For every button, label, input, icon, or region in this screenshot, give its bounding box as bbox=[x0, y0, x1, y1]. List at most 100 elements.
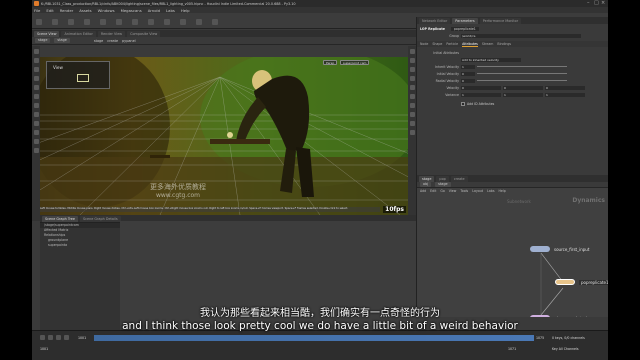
menu-assets[interactable]: Assets bbox=[79, 8, 91, 13]
tab-scene-view[interactable]: Scene View bbox=[34, 30, 60, 37]
tab-scene-graph-details[interactable]: Scene Graph Details bbox=[79, 215, 121, 222]
radial-velocity-field[interactable]: 0 bbox=[461, 78, 475, 83]
shelf-tool-icon[interactable] bbox=[84, 19, 90, 25]
shelf-tool-icon[interactable] bbox=[212, 19, 218, 25]
add-inherited-dropdown[interactable]: Add to inherited velocity bbox=[461, 57, 521, 62]
end-frame-field[interactable]: 1071 bbox=[508, 347, 516, 351]
key-all-channels-button[interactable]: Key All Channels bbox=[552, 347, 579, 351]
outliner-row[interactable]: superpointa bbox=[40, 243, 120, 248]
initial-velocity-slider[interactable] bbox=[477, 73, 567, 74]
node-popreplicate[interactable] bbox=[555, 279, 575, 285]
tab-attributes[interactable]: Attributes bbox=[462, 42, 478, 47]
scale-tool-icon[interactable] bbox=[33, 76, 39, 81]
preset-label[interactable]: pypanel bbox=[122, 39, 136, 43]
tab-performance-monitor[interactable]: Performance Monitor bbox=[479, 17, 522, 24]
radial-velocity-slider[interactable] bbox=[477, 80, 567, 81]
display-option-icon[interactable] bbox=[409, 49, 415, 54]
3d-viewport[interactable]: View Persp superpoint cam 更多海外优质教程 www.c… bbox=[40, 57, 408, 215]
variance-z-field[interactable]: 1 bbox=[545, 92, 585, 97]
persp-menu-button[interactable]: Persp bbox=[323, 60, 338, 65]
play-button[interactable] bbox=[56, 335, 61, 340]
inherit-velocity-field[interactable]: 1 bbox=[461, 64, 475, 69]
shelf-tool-icon[interactable] bbox=[196, 19, 202, 25]
shelf-tool-icon[interactable] bbox=[36, 19, 42, 25]
path-crumb-stage-2[interactable]: stage bbox=[54, 38, 70, 43]
shelf-tool-icon[interactable] bbox=[68, 19, 74, 25]
group-field[interactable]: /world/cs bbox=[461, 33, 581, 38]
shelf-tool-icon[interactable] bbox=[132, 19, 138, 25]
display-option-icon[interactable] bbox=[409, 94, 415, 99]
menu-megascans[interactable]: Megascans bbox=[121, 8, 142, 13]
network-editor[interactable]: stage pop create obj stage Add Edit Go V… bbox=[417, 175, 608, 317]
tab-composite-view[interactable]: Composite View bbox=[127, 30, 161, 37]
node-name-field[interactable]: popreplicate1 bbox=[450, 26, 479, 31]
left-pane-tabs: Scene View Animation Editor Render View … bbox=[32, 30, 416, 37]
velocity-y-field[interactable]: 0 bbox=[503, 85, 543, 90]
camera-menu-button[interactable]: superpoint cam bbox=[340, 60, 370, 65]
move-tool-icon[interactable] bbox=[33, 58, 39, 63]
stage-label[interactable]: stage bbox=[94, 39, 103, 43]
timeline[interactable] bbox=[94, 335, 534, 341]
menu-labs[interactable]: Labs bbox=[166, 8, 175, 13]
tab-shape[interactable]: Shape bbox=[432, 42, 442, 46]
add-id-checkbox[interactable] bbox=[461, 101, 465, 106]
create-label[interactable]: create bbox=[107, 39, 118, 43]
path-crumb-stage[interactable]: stage bbox=[35, 38, 51, 43]
display-option-icon[interactable] bbox=[409, 85, 415, 90]
velocity-z-field[interactable]: 0 bbox=[545, 85, 585, 90]
start-frame-field[interactable]: 1001 bbox=[40, 347, 48, 351]
initial-velocity-field[interactable]: 0 bbox=[461, 71, 475, 76]
tab-bindings[interactable]: Bindings bbox=[497, 42, 511, 46]
variance-y-field[interactable]: 1 bbox=[503, 92, 543, 97]
rotate-tool-icon[interactable] bbox=[33, 67, 39, 72]
menu-arnold[interactable]: Arnold bbox=[148, 8, 160, 13]
tab-particle[interactable]: Particle bbox=[446, 42, 458, 46]
close-icon[interactable]: × bbox=[601, 1, 606, 6]
display-option-icon[interactable] bbox=[409, 121, 415, 126]
step-back-button[interactable] bbox=[48, 335, 53, 340]
magnet-tool-icon[interactable] bbox=[33, 139, 39, 144]
shelf-tool-icon[interactable] bbox=[100, 19, 106, 25]
step-forward-button[interactable] bbox=[64, 335, 69, 340]
shelf-tool-icon[interactable] bbox=[116, 19, 122, 25]
menu-edit[interactable]: Edit bbox=[46, 8, 53, 13]
light-tool-icon[interactable] bbox=[33, 112, 39, 117]
display-option-icon[interactable] bbox=[409, 67, 415, 72]
minimize-icon[interactable]: – bbox=[587, 1, 592, 6]
maximize-icon[interactable]: □ bbox=[594, 1, 599, 6]
display-option-icon[interactable] bbox=[409, 112, 415, 117]
snap-tool-icon[interactable] bbox=[33, 130, 39, 135]
current-frame-field[interactable]: 1001 bbox=[78, 336, 86, 340]
display-option-icon[interactable] bbox=[409, 58, 415, 63]
display-option-icon[interactable] bbox=[409, 130, 415, 135]
variance-x-field[interactable]: 1 bbox=[461, 92, 501, 97]
tab-scene-graph-tree[interactable]: Scene Graph Tree bbox=[42, 215, 78, 222]
velocity-x-field[interactable]: 0 bbox=[461, 85, 501, 90]
menu-file[interactable]: File bbox=[34, 8, 40, 13]
inherit-velocity-slider[interactable] bbox=[477, 66, 567, 67]
handle-tool-icon[interactable] bbox=[33, 85, 39, 90]
display-option-icon[interactable] bbox=[409, 103, 415, 108]
pose-tool-icon[interactable] bbox=[33, 94, 39, 99]
shelf-tool-icon[interactable] bbox=[52, 19, 58, 25]
menu-render[interactable]: Render bbox=[60, 8, 74, 13]
menu-windows[interactable]: Windows bbox=[98, 8, 115, 13]
tab-animation-editor[interactable]: Animation Editor bbox=[61, 30, 96, 37]
view-tool-icon[interactable] bbox=[33, 103, 39, 108]
camera-tool-icon[interactable] bbox=[33, 121, 39, 126]
tab-node[interactable]: Node bbox=[420, 42, 428, 46]
secure-tool-icon[interactable] bbox=[33, 148, 39, 153]
parm-label: Radial Velocity bbox=[435, 78, 459, 83]
tab-render-view[interactable]: Render View bbox=[97, 30, 126, 37]
select-tool-icon[interactable] bbox=[33, 49, 39, 54]
node-source-first-input[interactable] bbox=[530, 246, 550, 252]
display-option-icon[interactable] bbox=[409, 76, 415, 81]
tab-stream[interactable]: Stream bbox=[482, 42, 494, 46]
shelf-tool-icon[interactable] bbox=[148, 19, 154, 25]
shelf-tool-icon[interactable] bbox=[164, 19, 170, 25]
play-back-button[interactable] bbox=[40, 335, 45, 340]
tab-network-editor[interactable]: Network Editor bbox=[419, 17, 451, 24]
menu-help[interactable]: Help bbox=[181, 8, 190, 13]
shelf-tool-icon[interactable] bbox=[180, 19, 186, 25]
tab-parameters[interactable]: Parameters bbox=[452, 17, 478, 24]
